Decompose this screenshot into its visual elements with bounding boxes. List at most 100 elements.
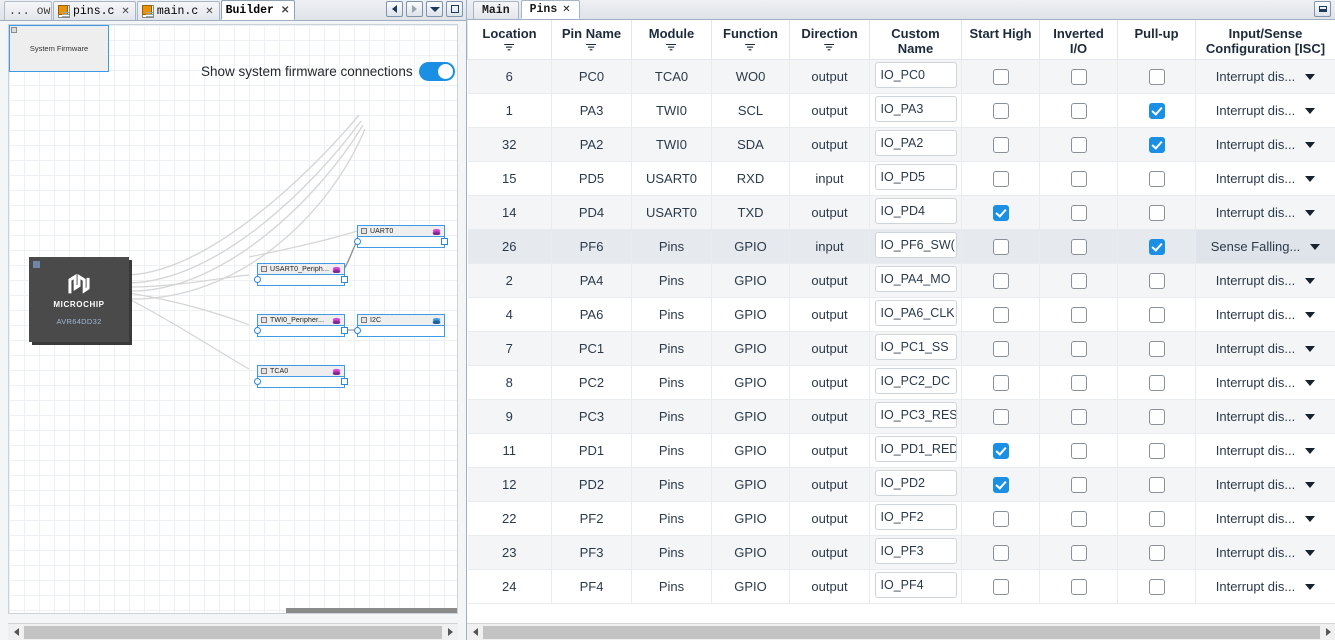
pull-up-checkbox[interactable]	[1148, 442, 1165, 459]
close-icon[interactable]: ✕	[281, 5, 289, 16]
inverted-io-checkbox[interactable]	[1070, 136, 1087, 153]
chevron-down-icon[interactable]	[1305, 549, 1316, 556]
start-high-checkbox[interactable]	[992, 476, 1009, 493]
start-high-checkbox[interactable]	[992, 306, 1009, 323]
table-row[interactable]: 24 PF4 Pins GPIO output IO_PF4 Interrupt dis..…	[467, 569, 1335, 604]
isc-select[interactable]: Interrupt dis...	[1199, 443, 1332, 458]
table-row[interactable]: 26 PF6 Pins GPIO input IO_PF6_SW(Sense Fallin…	[467, 229, 1335, 264]
pull-up-checkbox[interactable]	[1148, 102, 1165, 119]
start-high-checkbox[interactable]	[992, 442, 1009, 459]
pins-horizontal-scrollbar[interactable]	[467, 623, 1335, 640]
custom-name-input[interactable]: IO_PC2_DC	[874, 368, 957, 394]
pull-up-checkbox[interactable]	[1148, 136, 1165, 153]
scroll-right-button[interactable]	[442, 623, 458, 640]
node-input-port[interactable]	[254, 327, 261, 334]
custom-name-input[interactable]: IO_PC1_SS	[874, 334, 957, 360]
table-row[interactable]: 6 PC0 TCA0 WO0 output IO_PC0 Interrupt dis...	[467, 59, 1335, 94]
inverted-io-checkbox[interactable]	[1070, 238, 1087, 255]
pull-up-checkbox[interactable]	[1148, 578, 1165, 595]
device-chip-node[interactable]: Microchip AVR64DD32	[29, 257, 129, 342]
tab-list-dropdown-button[interactable]	[426, 1, 443, 17]
column-header-pull-up[interactable]: Pull-up	[1117, 20, 1196, 60]
restore-button[interactable]	[1314, 1, 1331, 17]
scroll-right-button[interactable]	[1320, 623, 1335, 640]
pull-up-checkbox[interactable]	[1148, 374, 1165, 391]
filter-icon[interactable]	[666, 44, 677, 52]
start-high-checkbox[interactable]	[992, 544, 1009, 561]
pull-up-checkbox[interactable]	[1148, 272, 1165, 289]
start-high-checkbox[interactable]	[992, 578, 1009, 595]
table-row[interactable]: 15 PD5 USART0 RXD input IO_PD5 Interrupt dis..…	[467, 161, 1335, 196]
table-row[interactable]: 7 PC1 Pins GPIO output IO_PC1_SS Interrupt dis…	[467, 331, 1335, 366]
column-header-inverted-i-o[interactable]: Inverted I/O	[1039, 20, 1118, 60]
node-input-port[interactable]	[254, 378, 261, 385]
table-row[interactable]: 12 PD2 Pins GPIO output IO_PD2 Interrupt dis..…	[467, 467, 1335, 502]
scroll-left-button[interactable]	[8, 623, 24, 640]
diagram-node-usart0-peripheral[interactable]: USART0_Periph...	[254, 263, 348, 286]
column-header-input-sense-configuration-isc[interactable]: Input/Sense Configuration [ISC]	[1195, 20, 1335, 60]
table-row[interactable]: 4 PA6 Pins GPIO output IO_PA6_CLK Interrupt di…	[467, 297, 1335, 332]
custom-name-input[interactable]: IO_PD2	[874, 470, 957, 496]
nav-back-button[interactable]	[386, 1, 403, 17]
diagram-node-tca0[interactable]: TCA0	[254, 365, 348, 388]
pull-up-checkbox[interactable]	[1148, 306, 1165, 323]
start-high-checkbox[interactable]	[992, 136, 1009, 153]
chevron-down-icon[interactable]	[1305, 311, 1316, 318]
diagram-node-twi0-peripheral[interactable]: TWI0_Peripher...	[254, 314, 348, 337]
custom-name-input[interactable]: IO_PA4_MO	[874, 266, 957, 292]
node-checkbox-icon[interactable]	[361, 317, 367, 323]
node-checkbox-icon[interactable]	[261, 317, 267, 323]
isc-select[interactable]: Interrupt dis...	[1199, 341, 1332, 356]
custom-name-input[interactable]: IO_PF2	[874, 504, 957, 530]
start-high-checkbox[interactable]	[992, 68, 1009, 85]
start-high-checkbox[interactable]	[992, 408, 1009, 425]
start-high-checkbox[interactable]	[992, 510, 1009, 527]
chevron-down-icon[interactable]	[1305, 175, 1316, 182]
custom-name-input[interactable]: IO_PA6_CLK	[874, 300, 957, 326]
isc-select[interactable]: Interrupt dis...	[1199, 69, 1332, 84]
inverted-io-checkbox[interactable]	[1070, 272, 1087, 289]
column-header-pin-name[interactable]: Pin Name	[551, 20, 632, 60]
inverted-io-checkbox[interactable]	[1070, 442, 1087, 459]
custom-name-input[interactable]: IO_PD5	[874, 164, 957, 190]
table-row[interactable]: 2 PA4 Pins GPIO output IO_PA4_MO Interrupt dis…	[467, 263, 1335, 298]
column-header-custom-name[interactable]: Custom Name	[869, 20, 962, 60]
start-high-checkbox[interactable]	[992, 374, 1009, 391]
chevron-down-icon[interactable]	[1305, 583, 1316, 590]
column-header-start-high[interactable]: Start High	[961, 20, 1040, 60]
filter-icon[interactable]	[824, 44, 835, 52]
custom-name-input[interactable]: IO_PF3	[874, 538, 957, 564]
node-output-port[interactable]	[441, 238, 448, 245]
chevron-down-icon[interactable]	[1305, 379, 1316, 386]
table-row[interactable]: 22 PF2 Pins GPIO output IO_PF2 Interrupt dis..…	[467, 501, 1335, 536]
pull-up-checkbox[interactable]	[1148, 476, 1165, 493]
node-input-port[interactable]	[354, 238, 361, 245]
node-input-port[interactable]	[254, 276, 261, 283]
pull-up-checkbox[interactable]	[1148, 204, 1165, 221]
custom-name-input[interactable]: IO_PF6_SW(	[874, 232, 957, 258]
inverted-io-checkbox[interactable]	[1070, 578, 1087, 595]
isc-select[interactable]: Interrupt dis...	[1199, 137, 1332, 152]
custom-name-input[interactable]: IO_PC3_RES	[874, 402, 957, 428]
ide-tab-builder[interactable]: Builder ✕	[220, 0, 296, 20]
start-high-checkbox[interactable]	[992, 238, 1009, 255]
node-checkbox-icon[interactable]	[361, 228, 367, 234]
chevron-down-icon[interactable]	[1305, 481, 1316, 488]
pins-table-container[interactable]: Location Pin Name Module Function Direction C…	[467, 20, 1335, 620]
column-header-location[interactable]: Location	[467, 20, 552, 60]
custom-name-input[interactable]: IO_PD4	[874, 198, 957, 224]
isc-select[interactable]: Interrupt dis...	[1199, 477, 1332, 492]
diagram-node-uart0[interactable]: UART0	[354, 225, 448, 248]
table-row[interactable]: 32 PA2 TWI0 SDA output IO_PA2 Interrupt dis...	[467, 127, 1335, 162]
pull-up-checkbox[interactable]	[1148, 510, 1165, 527]
table-row[interactable]: 14 PD4 USART0 TXD output IO_PD4 Interrupt dis.…	[467, 195, 1335, 230]
diagram-node-i2c[interactable]: I2C	[354, 314, 445, 337]
column-header-direction[interactable]: Direction	[789, 20, 870, 60]
node-output-port[interactable]	[341, 327, 348, 334]
inverted-io-checkbox[interactable]	[1070, 408, 1087, 425]
chevron-down-icon[interactable]	[1305, 447, 1316, 454]
filter-icon[interactable]	[504, 44, 515, 52]
isc-select[interactable]: Interrupt dis...	[1199, 511, 1332, 526]
pull-up-checkbox[interactable]	[1148, 544, 1165, 561]
chevron-down-icon[interactable]	[1305, 277, 1316, 284]
